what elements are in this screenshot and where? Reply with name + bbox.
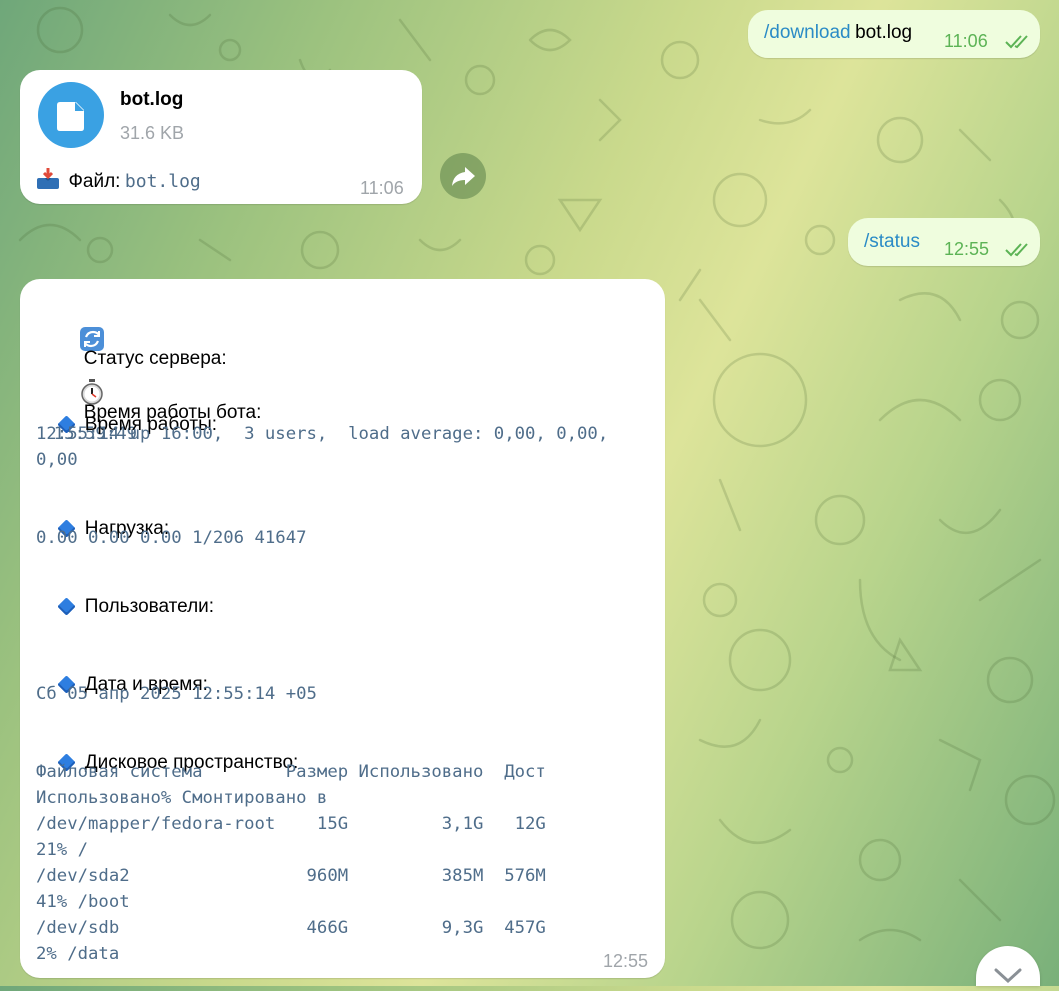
blue-diamond-icon	[57, 597, 76, 616]
command-link[interactable]: /status	[864, 231, 920, 253]
users-label: Пользователи:	[84, 596, 215, 617]
forward-icon	[452, 167, 475, 186]
disk-line: 41% /boot	[36, 892, 130, 912]
incoming-message-file[interactable]: bot.log 31.6 KB Файл: bot.log 11:06	[20, 70, 422, 204]
users-heading: Пользователи:	[36, 578, 214, 636]
file-name[interactable]: bot.log	[120, 89, 183, 111]
disk-line: /dev/mapper/fedora-root 15G 3,1G 12G	[36, 814, 546, 834]
chevron-down-icon	[994, 968, 1022, 984]
refresh-emoji-icon	[54, 309, 105, 351]
disk-line: Файловая система Размер Использовано Дос…	[36, 762, 546, 782]
stopwatch-emoji-icon	[54, 361, 104, 405]
disk-line: /dev/sda2 960M 385M 576M	[36, 866, 546, 886]
outgoing-message-status[interactable]: /status 12:55	[848, 218, 1040, 266]
caption-filename: bot.log	[124, 171, 201, 192]
outgoing-message-download[interactable]: /download bot.log 11:06	[748, 10, 1040, 58]
message-text: /download bot.log	[764, 22, 912, 44]
command-argument: bot.log	[855, 22, 913, 43]
disk-line: 2% /data	[36, 944, 120, 964]
message-time: 11:06	[360, 178, 404, 198]
uptime-line-1: 12:55:14 up 16:00, 3 users, load average…	[36, 424, 609, 444]
disk-line: Использовано% Смонтировано в	[36, 788, 328, 808]
caption-label: Файл:	[68, 171, 121, 192]
file-size: 31.6 KB	[120, 123, 185, 143]
disk-line: /dev/sdb 466G 9,3G 457G	[36, 918, 546, 938]
message-time: 12:55	[944, 239, 990, 259]
file-caption: Файл: bot.log	[36, 168, 201, 193]
datetime-value: Сб 05 апр 2025 12:55:14 +05	[36, 684, 317, 704]
disk-line: 21% /	[36, 840, 89, 860]
incoming-message-status-report[interactable]: Статус сервера: Время работы бота: 15:59…	[20, 279, 665, 978]
load-value: 0.00 0.00 0.00 1/206 41647	[36, 528, 307, 548]
forward-button[interactable]	[440, 153, 486, 199]
message-time: 12:55	[603, 951, 649, 971]
read-checkmarks-icon	[1005, 35, 1028, 49]
inbox-tray-emoji-icon	[36, 168, 59, 189]
uptime-line-2: 0,00	[36, 450, 78, 470]
file-icon[interactable]	[38, 82, 104, 148]
command-link[interactable]: /download	[764, 22, 851, 43]
read-checkmarks-icon	[1005, 243, 1028, 257]
message-time: 11:06	[944, 31, 988, 51]
scroll-down-button[interactable]	[976, 946, 1040, 986]
